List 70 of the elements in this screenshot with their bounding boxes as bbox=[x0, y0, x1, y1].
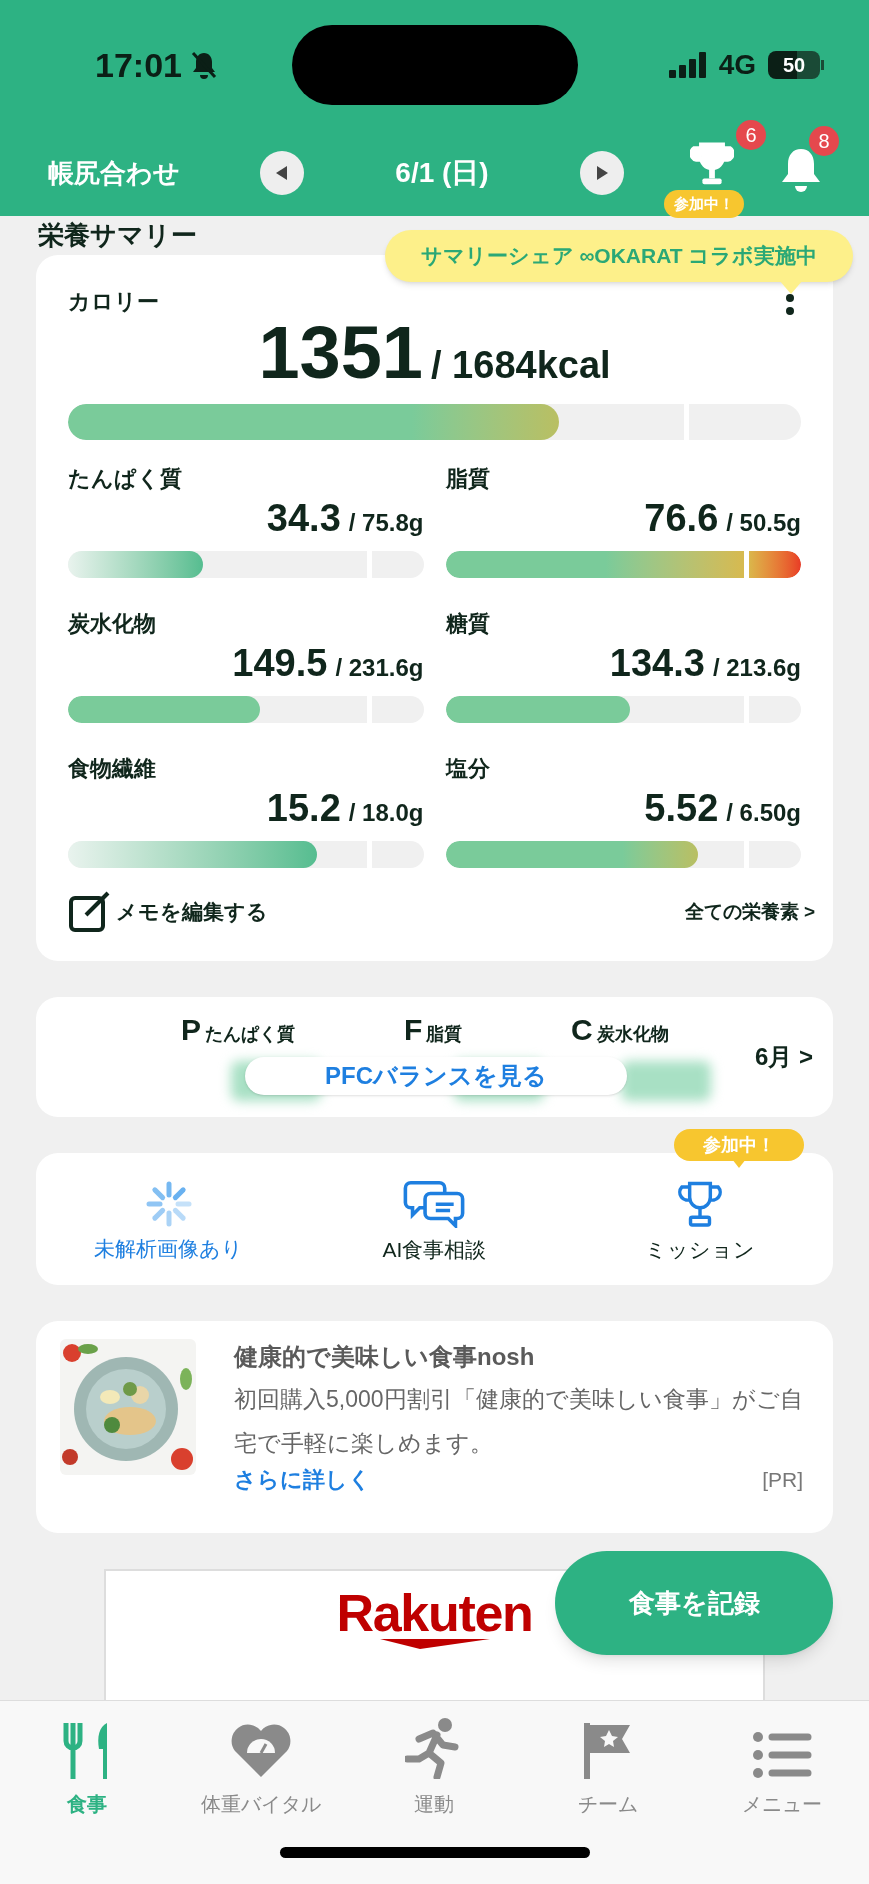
pfc-balance-button[interactable]: PFCバランスを見る bbox=[245, 1057, 627, 1095]
more-details-link[interactable]: さらに詳しく bbox=[234, 1463, 371, 1496]
ad-title: 健康的で美味しい食事nosh bbox=[234, 1342, 536, 1372]
ad-description: 初回購入5,000円割引「健康的で美味しい食事」がご自宅で手軽に楽しめます。 bbox=[234, 1385, 803, 1458]
nutrient-value: 5.52 bbox=[644, 786, 719, 831]
battery-indicator: 50 bbox=[768, 51, 820, 79]
nutrient-value: 15.2 bbox=[266, 786, 341, 831]
pfc-label: たんぱく質 bbox=[205, 1023, 295, 1046]
tooltip: サマリーシェア ∞OKARAT コラボ実施中 bbox=[385, 230, 853, 282]
loading-icon bbox=[145, 1181, 192, 1228]
calorie-label: カロリー bbox=[68, 289, 159, 314]
bell-icon bbox=[780, 146, 822, 194]
tab-item[interactable]: メニュー bbox=[695, 1701, 869, 1821]
nutrient-target: / 213.6g bbox=[712, 653, 801, 683]
section-title: 栄養サマリー bbox=[38, 219, 197, 252]
signal-icon bbox=[668, 52, 707, 78]
nutrient-value: 149.5 bbox=[232, 641, 328, 686]
pfc-letter: P bbox=[181, 1012, 201, 1048]
nutrient-value: 34.3 bbox=[266, 496, 341, 541]
heart-scale-icon bbox=[229, 1723, 292, 1779]
pfc-letter: C bbox=[571, 1012, 593, 1048]
nutrient-target: / 6.50g bbox=[726, 798, 801, 828]
count-badge: 8 bbox=[809, 126, 839, 156]
tab-item[interactable]: チーム bbox=[521, 1701, 696, 1821]
pfc-label: 脂質 bbox=[426, 1023, 463, 1046]
calorie-value: 1351 bbox=[258, 316, 423, 390]
network-label: 4G bbox=[718, 48, 756, 82]
status-tag: 参加中！ bbox=[664, 190, 744, 218]
record-meal-button[interactable]: 食事を記録 bbox=[555, 1551, 833, 1655]
nutrient-value: 134.3 bbox=[609, 641, 705, 686]
nutrient-target: / 50.5g bbox=[726, 508, 801, 538]
status-time: 17:01 bbox=[95, 44, 182, 86]
pfc-letter: F bbox=[404, 1012, 423, 1048]
nutrient-target: / 75.8g bbox=[348, 508, 424, 538]
nutrient-label: 食物繊維 bbox=[68, 755, 157, 783]
triangle-right-icon bbox=[594, 165, 610, 181]
nutrient-target: / 18.0g bbox=[348, 798, 424, 828]
calorie-target: / 1684kcal bbox=[431, 343, 611, 388]
nutrient-label: たんぱく質 bbox=[68, 465, 183, 493]
nutrient-target: / 231.6g bbox=[335, 653, 424, 683]
count-badge: 6 bbox=[736, 120, 766, 150]
all-nutrients-link[interactable]: 全ての栄養素 > bbox=[684, 897, 815, 927]
next-day-button[interactable] bbox=[580, 151, 624, 195]
bell-muted-icon bbox=[189, 50, 218, 80]
pfc-label: 炭水化物 bbox=[596, 1023, 669, 1046]
action-button[interactable]: ミッション bbox=[645, 1181, 756, 1265]
tab-item[interactable]: 運動 bbox=[347, 1701, 522, 1821]
tooltip-pointer bbox=[779, 280, 803, 294]
nutrient-label: 塩分 bbox=[445, 755, 491, 783]
edit-icon bbox=[68, 891, 112, 933]
edit-memo-button[interactable]: メモを編集する bbox=[68, 891, 268, 933]
menu-icon bbox=[752, 1731, 813, 1779]
nutrient-label: 脂質 bbox=[445, 465, 491, 493]
action-button[interactable]: 未解析画像あり bbox=[94, 1181, 244, 1265]
pr-label: [PR] bbox=[762, 1466, 803, 1493]
date-label: 6/1 (日) bbox=[394, 156, 490, 190]
previous-day-button[interactable] bbox=[260, 151, 304, 195]
status-tag: 参加中！ bbox=[674, 1129, 804, 1161]
action-button[interactable]: AI食事相談 bbox=[382, 1181, 487, 1265]
tab-item[interactable]: 食事 bbox=[0, 1701, 174, 1821]
tag-pointer bbox=[732, 1159, 746, 1168]
nutrient-label: 糖質 bbox=[445, 610, 491, 638]
nutrient-value: 76.6 bbox=[644, 496, 719, 541]
swoosh-icon bbox=[379, 1639, 490, 1649]
banner-logo: Rakuten bbox=[336, 1587, 533, 1639]
triangle-left-icon bbox=[274, 165, 290, 181]
month-link[interactable]: 6月 > bbox=[754, 1039, 813, 1075]
tab-item[interactable]: 体重バイタル bbox=[173, 1701, 348, 1821]
header-title: 帳尻合わせ bbox=[48, 156, 181, 190]
nutrient-label: 炭水化物 bbox=[68, 610, 157, 638]
